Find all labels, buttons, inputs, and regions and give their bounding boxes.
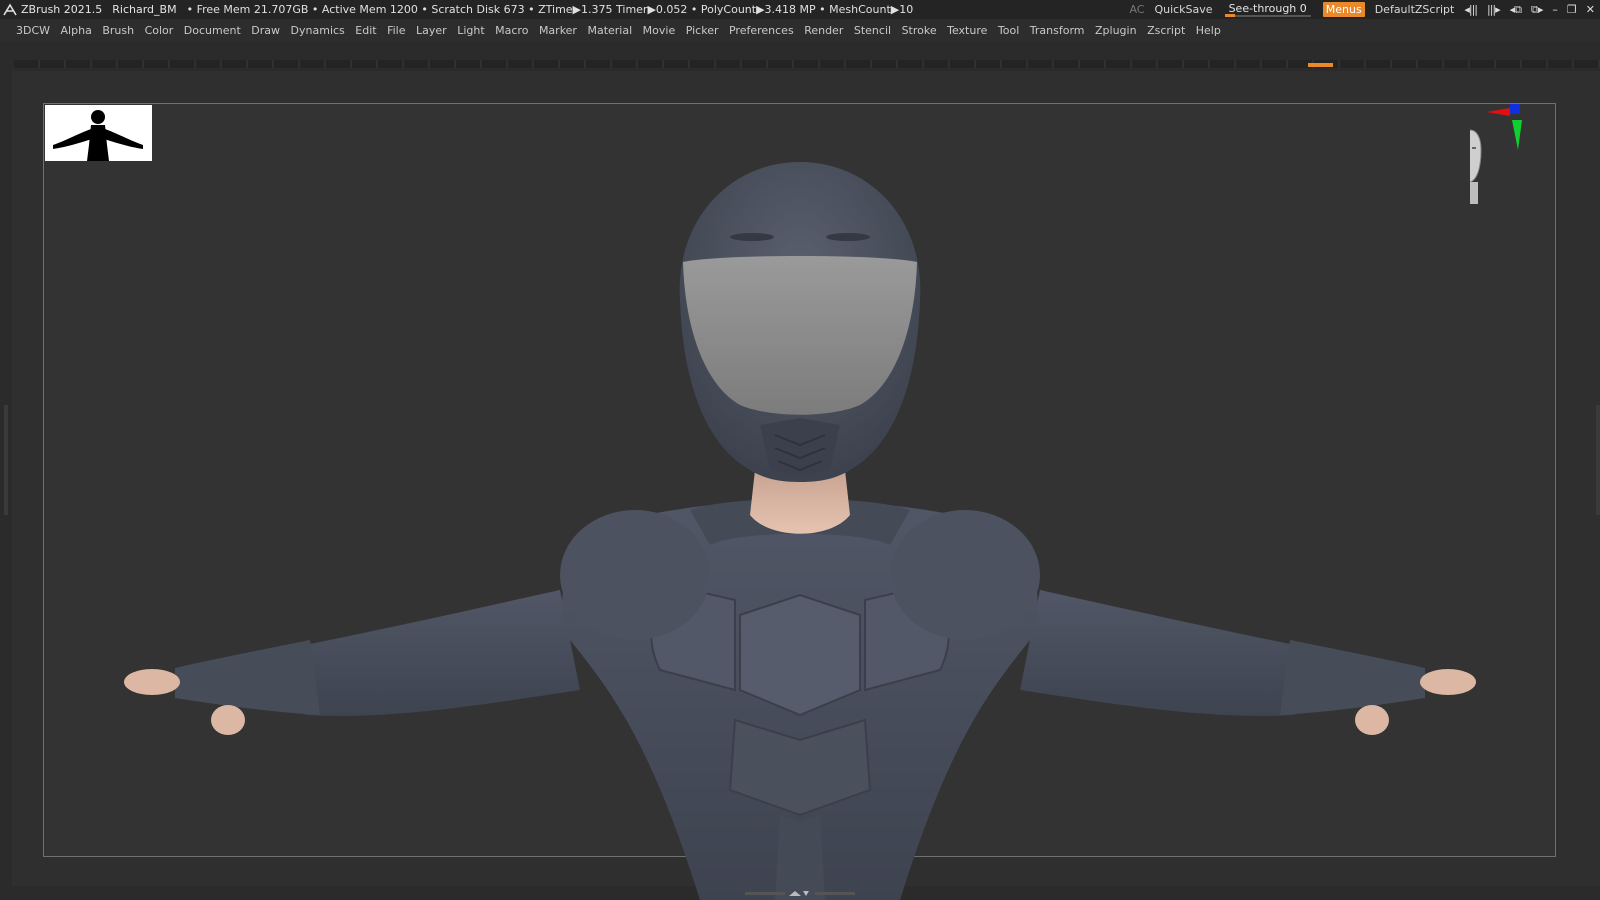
menu-help[interactable]: Help xyxy=(1196,19,1221,42)
restore-icon[interactable]: ❐ xyxy=(1567,0,1577,19)
menu-light[interactable]: Light xyxy=(457,19,484,42)
ac-toggle[interactable]: AC xyxy=(1129,0,1144,19)
title-bar: ZBrush 2021.5 Richard_BM • Free Mem 21.7… xyxy=(0,0,1600,19)
top-shelf[interactable] xyxy=(14,60,1600,68)
viewport-canvas[interactable] xyxy=(43,103,1556,857)
menu-stroke[interactable]: Stroke xyxy=(902,19,937,42)
menu-layer[interactable]: Layer xyxy=(416,19,447,42)
main-menu-bar: 3DCW Alpha Brush Color Document Draw Dyn… xyxy=(0,19,1600,42)
menu-macro[interactable]: Macro xyxy=(495,19,528,42)
menu-brush[interactable]: Brush xyxy=(102,19,134,42)
head-gizmo-icon xyxy=(1470,129,1482,204)
navigation-gizmo[interactable] xyxy=(1470,100,1560,210)
right-tray-handle[interactable] xyxy=(1596,405,1600,515)
shelf-marker xyxy=(1308,63,1333,67)
see-through-label: See-through 0 xyxy=(1228,2,1307,15)
menu-dynamics[interactable]: Dynamics xyxy=(291,19,345,42)
see-through-slider[interactable]: See-through 0 xyxy=(1223,2,1313,17)
menu-tool[interactable]: Tool xyxy=(998,19,1019,42)
layout-prev-icon[interactable]: ◂||| xyxy=(1464,0,1478,19)
menu-zscript[interactable]: Zscript xyxy=(1147,19,1185,42)
menu-render[interactable]: Render xyxy=(804,19,843,42)
menu-stencil[interactable]: Stencil xyxy=(854,19,891,42)
menu-zplugin[interactable]: Zplugin xyxy=(1095,19,1137,42)
menu-color[interactable]: Color xyxy=(145,19,174,42)
navigator-thumbnail[interactable] xyxy=(45,105,152,161)
tray-arrows-icon xyxy=(789,891,809,896)
ui-layout-icon[interactable]: ◂⧉ xyxy=(1510,0,1522,19)
layout-next-icon[interactable]: |||▸ xyxy=(1487,0,1501,19)
menu-3dcw[interactable]: 3DCW xyxy=(16,19,50,42)
menu-picker[interactable]: Picker xyxy=(686,19,719,42)
menu-document[interactable]: Document xyxy=(184,19,241,42)
menu-marker[interactable]: Marker xyxy=(539,19,577,42)
silhouette-icon xyxy=(53,110,143,161)
left-tray-handle[interactable] xyxy=(4,405,8,515)
project-name: Richard_BM xyxy=(112,3,177,16)
ui-colors-icon[interactable]: ⧉▸ xyxy=(1531,0,1543,19)
menus-button[interactable]: Menus xyxy=(1322,2,1365,17)
menu-edit[interactable]: Edit xyxy=(355,19,376,42)
app-title: ZBrush 2021.5 xyxy=(21,3,103,16)
memory-stats: • Free Mem 21.707GB • Active Mem 1200 • … xyxy=(186,3,914,16)
z-axis-icon xyxy=(1510,104,1520,114)
menu-texture[interactable]: Texture xyxy=(947,19,987,42)
close-icon[interactable]: ✕ xyxy=(1586,0,1595,19)
y-axis-icon xyxy=(1512,120,1522,150)
zbrush-logo-icon[interactable] xyxy=(3,2,17,17)
menu-preferences[interactable]: Preferences xyxy=(729,19,794,42)
menu-draw[interactable]: Draw xyxy=(251,19,280,42)
menu-transform[interactable]: Transform xyxy=(1030,19,1085,42)
quicksave-button[interactable]: QuickSave xyxy=(1154,0,1212,19)
menu-alpha[interactable]: Alpha xyxy=(61,19,92,42)
x-axis-icon xyxy=(1486,108,1510,116)
default-zscript-button[interactable]: DefaultZScript xyxy=(1375,0,1455,19)
menu-file[interactable]: File xyxy=(387,19,405,42)
menu-material[interactable]: Material xyxy=(587,19,632,42)
minimize-icon[interactable]: – xyxy=(1552,0,1557,19)
bottom-tray-handle[interactable] xyxy=(745,891,855,897)
menu-movie[interactable]: Movie xyxy=(643,19,676,42)
